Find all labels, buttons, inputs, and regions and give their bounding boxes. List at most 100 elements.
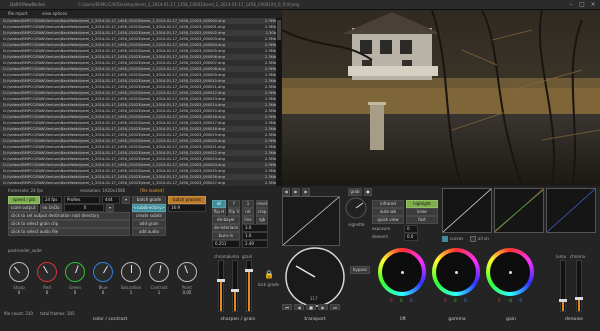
batch-process-button[interactable]: batch process xyxy=(168,196,206,204)
luma-sharpen-slider[interactable] xyxy=(231,260,239,312)
knob-red[interactable]: Red 0 xyxy=(34,262,60,295)
denoise-chroma-slider[interactable] xyxy=(575,260,583,312)
file-path: D:/\videos\BMPCC\RAW\Venture\Backfields\… xyxy=(3,31,225,35)
menu-file-report[interactable]: file report xyxy=(8,10,28,18)
skip-end-icon[interactable]: ⏭ xyxy=(330,304,340,310)
rgb-curve-box[interactable] xyxy=(282,196,340,246)
section-denoise: denoise xyxy=(565,317,583,322)
gain-r: 0 xyxy=(498,298,501,303)
flip-v-button[interactable]: flip V xyxy=(228,208,240,216)
file-path: D:/\videos\BMPCC\RAW\Venture\Backfields\… xyxy=(3,55,225,59)
scale-output-button[interactable]: scale output xyxy=(8,204,38,212)
play-icon[interactable]: ▶ xyxy=(292,188,300,196)
knob-point[interactable]: Point 0.05 xyxy=(174,262,200,295)
add-grain-button[interactable]: add grain xyxy=(132,220,166,228)
exposure-field[interactable]: 0 xyxy=(404,225,418,233)
crop-button[interactable]: crop xyxy=(256,208,268,216)
chroma-sharpen-slider[interactable] xyxy=(217,260,225,312)
image-viewer[interactable] xyxy=(282,10,600,186)
knob-sharp[interactable]: Sharp 0 xyxy=(6,262,32,295)
auto-wb-button[interactable]: auto wb xyxy=(372,208,404,216)
maximize-icon[interactable]: □ xyxy=(579,2,585,8)
line-button[interactable]: line xyxy=(242,216,254,224)
next-frame-icon[interactable]: ▶ xyxy=(302,188,310,196)
knob-green[interactable]: Green 0 xyxy=(62,262,88,295)
scale-arrow-icon[interactable]: ▾ xyxy=(106,204,114,212)
knob-value: 1 xyxy=(129,290,133,295)
batch-grade-button[interactable]: batch grade xyxy=(132,196,166,204)
no-undo-button[interactable]: no UnDo xyxy=(40,204,62,212)
highlight-button[interactable]: highlight xyxy=(406,200,438,208)
lut-field[interactable]: 16:9 xyxy=(168,204,206,212)
resolution-label: resolution: 1920x1080 xyxy=(80,188,126,193)
de-interlace-button[interactable]: de-interlace xyxy=(212,224,240,232)
knob-dial[interactable] xyxy=(65,262,85,282)
dewarm-field[interactable]: 0.0 xyxy=(404,233,418,241)
gain-wheel[interactable] xyxy=(486,248,534,296)
scale-x-field[interactable]: X xyxy=(64,204,104,212)
one-button[interactable]: 1 xyxy=(242,200,254,208)
skip-start-icon[interactable]: ⏮ xyxy=(282,304,292,310)
lock-icon[interactable]: 🔒 xyxy=(264,270,274,280)
play-forward-icon[interactable]: ▶ xyxy=(318,304,328,310)
close-icon[interactable]: × xyxy=(590,2,596,8)
rot-button[interactable]: rot xyxy=(242,208,254,216)
file-list[interactable]: D:/\videos\BMPCC\RAW\Venture\Backfields\… xyxy=(0,18,282,186)
color-curve-box[interactable] xyxy=(494,188,544,233)
gamma-curve-box[interactable] xyxy=(442,188,492,233)
infrared-button[interactable]: infrared xyxy=(372,200,404,208)
knob-dial[interactable] xyxy=(149,262,169,282)
knob-dial[interactable] xyxy=(37,262,57,282)
section-sharpen-grain: sharpen / grain xyxy=(220,317,256,322)
stop-icon[interactable]: ■ xyxy=(306,304,316,310)
burn-in-button[interactable]: burn-in xyxy=(212,232,240,240)
all-on-checkbox[interactable] xyxy=(470,236,476,242)
all-button[interactable]: all xyxy=(212,200,226,208)
output-destination-button[interactable]: click to set output destination root dir… xyxy=(8,212,130,220)
minimize-icon[interactable]: – xyxy=(568,2,574,8)
subdirectory-button[interactable]: <subdirectory> xyxy=(132,204,166,212)
create-subdir-button[interactable]: create subdir xyxy=(132,212,166,220)
snapshot-icon[interactable]: ● xyxy=(364,188,372,196)
num3-field[interactable]: 2.49 xyxy=(242,240,268,248)
denoise-luma-slider[interactable] xyxy=(559,260,567,312)
gamma-wheel[interactable] xyxy=(432,248,480,296)
knob-saturation[interactable]: Saturation 1 xyxy=(118,262,144,295)
speed-plb-button[interactable]: speed / plb xyxy=(8,196,40,204)
knob-dial[interactable] xyxy=(9,262,29,282)
luma-curve-box[interactable] xyxy=(546,188,596,233)
rgb-button[interactable]: rgb xyxy=(256,216,268,224)
codec-select[interactable]: ProRes xyxy=(64,196,100,204)
curves-checkbox[interactable] xyxy=(442,236,448,242)
bypass-button[interactable]: bypass xyxy=(350,266,370,274)
grain-clip-button[interactable]: click to select grain clip xyxy=(8,220,130,228)
dropdown-arrow-icon[interactable]: ▾ xyxy=(122,196,130,204)
knob-dial[interactable] xyxy=(93,262,113,282)
de-bayer-button[interactable]: de-bayer xyxy=(212,216,240,224)
vignette-dial[interactable] xyxy=(344,196,368,220)
fast-button[interactable]: fast xyxy=(406,216,438,224)
knob-contrast[interactable]: Contrast 1 xyxy=(146,262,172,295)
quick-view-button[interactable]: quick view xyxy=(372,216,404,224)
add-audio-button[interactable]: add audio xyxy=(132,228,166,236)
grab-button[interactable]: grab xyxy=(348,188,362,196)
lift-wheel[interactable] xyxy=(378,248,426,296)
rewind-icon[interactable]: ◀ xyxy=(294,304,304,310)
fps-field[interactable]: 24 fps xyxy=(42,196,62,204)
menu-view-options[interactable]: view options xyxy=(42,10,67,18)
knob-blue[interactable]: Blue 0 xyxy=(90,262,116,295)
knob-dial[interactable] xyxy=(121,262,141,282)
f-button[interactable]: f xyxy=(228,200,240,208)
audio-file-button[interactable]: click to select audio file xyxy=(8,228,130,236)
knee-button[interactable]: knee xyxy=(406,208,438,216)
knob-dial[interactable] xyxy=(177,262,197,282)
prev-frame-icon[interactable]: ◀ xyxy=(282,188,290,196)
flip-h-button[interactable]: flip H xyxy=(212,208,226,216)
chroma-sub-select[interactable]: 444 xyxy=(102,196,120,204)
burn-val-field[interactable]: 1.0 xyxy=(242,232,268,240)
v-mode-field[interactable]: 3.0 xyxy=(242,224,268,232)
num2-field[interactable]: 0.251 xyxy=(212,240,240,248)
slider-luma-label: luma xyxy=(229,254,239,259)
reset-button[interactable]: reset xyxy=(256,200,268,208)
grain-slider[interactable] xyxy=(245,260,253,312)
